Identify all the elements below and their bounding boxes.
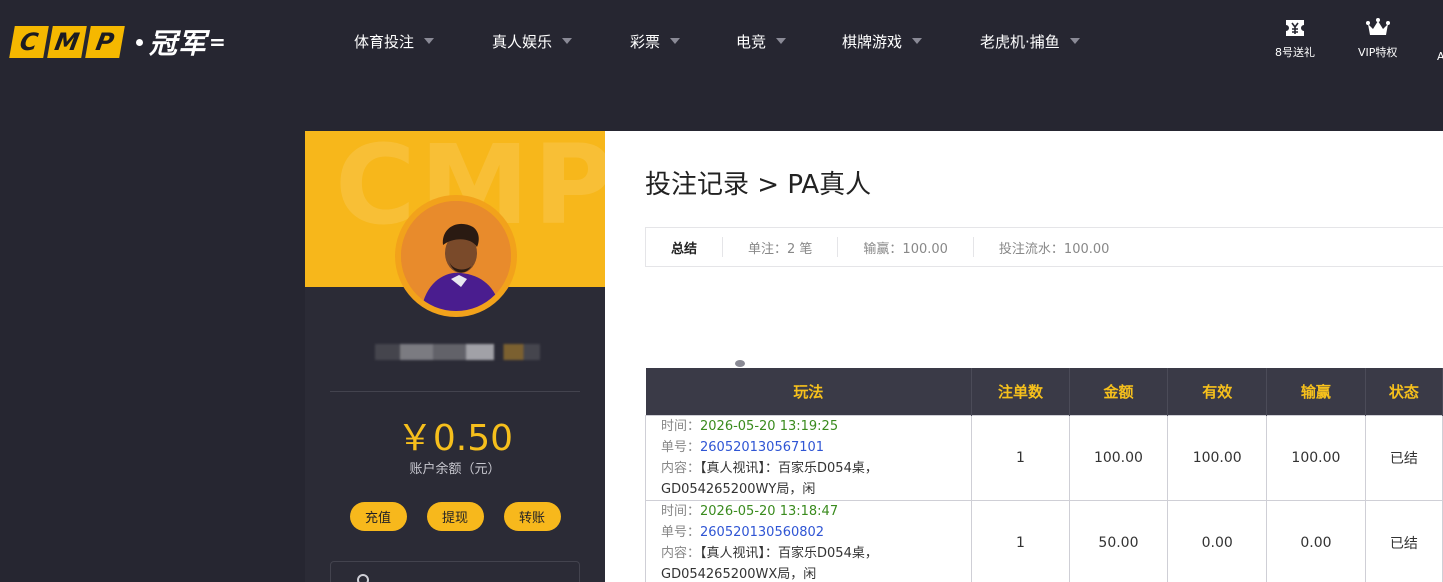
- nav-esports[interactable]: 电竞: [736, 30, 787, 52]
- col-header-amount: 金额: [1069, 368, 1169, 415]
- chevron-down-icon: [670, 38, 681, 44]
- order-label: 单号：: [661, 439, 701, 455]
- bet-records-table: 玩法 注单数 金额 有效 输赢 状态 时间：2026-05-20 13:19:2…: [644, 368, 1443, 582]
- nav-chess-cards[interactable]: 棋牌游戏: [842, 30, 923, 52]
- logo-letter: M: [47, 26, 87, 58]
- bet-content-line2: GD054265200WX局，闲: [661, 566, 817, 582]
- transfer-button[interactable]: 转账: [503, 502, 561, 531]
- gift-ticket-icon: [1286, 20, 1304, 36]
- nav-sports[interactable]: 体育投注: [354, 30, 435, 52]
- balance-amount: ￥0.50: [396, 418, 514, 459]
- col-header-winloss: 输赢: [1266, 368, 1366, 415]
- vip-label: VIP特权: [1358, 46, 1398, 59]
- table-row[interactable]: 时间：2026-05-20 13:19:25 单号：26052013056710…: [644, 414, 1443, 501]
- bet-content: 【真人视讯】：百家乐D054桌，: [700, 545, 878, 561]
- divider: [330, 391, 580, 392]
- summary-bar: 总结 单注：2 笔 输赢：100.00 投注流水：100.00: [645, 227, 1443, 267]
- username-masked: [375, 344, 540, 360]
- avatar-image: [401, 201, 511, 311]
- logo-tail: =: [209, 30, 226, 54]
- summary-turnover: 投注流水：100.00: [998, 241, 1110, 257]
- table-header-row: 玩法 注单数 金额 有效 输赢 状态: [645, 368, 1443, 415]
- avatar[interactable]: [395, 195, 517, 317]
- bet-detail: 时间：2026-05-20 13:19:25 单号：26052013056710…: [644, 414, 973, 501]
- gift-label: 8号送礼: [1275, 46, 1315, 59]
- col-header-count: 注单数: [971, 368, 1070, 415]
- user-sidebar: CMP ￥0.50 账户余额（元） 充值 提现 转账: [305, 131, 605, 582]
- top-nav-bar: C M P 冠军 = 体育投注 真人娱乐 彩票 电竞 棋牌游戏 老虎机·捕鱼 8…: [0, 0, 1443, 82]
- sidebar-menu[interactable]: [330, 561, 580, 582]
- bet-amount: 50.00: [1068, 499, 1169, 582]
- bet-content-line2: GD054265200WY局，闲: [661, 481, 816, 497]
- logo-letter: C: [9, 26, 49, 58]
- balance-label: 账户余额（元）: [409, 462, 501, 477]
- main-content: 投注记录 > PA真人 总结 单注：2 笔 输赢：100.00 投注流水：100…: [605, 131, 1443, 582]
- bet-valid: 100.00: [1167, 414, 1268, 501]
- user-icon: [357, 574, 369, 582]
- bet-winloss: 0.00: [1266, 499, 1366, 582]
- time-label: 时间：: [661, 503, 701, 519]
- deposit-button[interactable]: 充值: [349, 502, 407, 531]
- chevron-down-icon: [1069, 38, 1080, 44]
- gift-button[interactable]: 8号送礼: [1275, 18, 1315, 60]
- logo-letter: P: [85, 26, 125, 58]
- table-row[interactable]: 时间：2026-05-20 13:18:47 单号：26052013056080…: [644, 499, 1443, 582]
- bet-count: 1: [971, 499, 1070, 582]
- chevron-down-icon: [562, 38, 573, 44]
- bet-count: 1: [971, 414, 1070, 501]
- bet-valid: 0.00: [1167, 499, 1268, 582]
- time-label: 时间：: [661, 418, 701, 434]
- bet-winloss: 100.00: [1266, 414, 1366, 501]
- order-number[interactable]: 260520130567101: [700, 440, 824, 455]
- vip-button[interactable]: VIP特权: [1358, 18, 1397, 60]
- content-label: 内容：: [661, 460, 701, 476]
- order-label: 单号：: [661, 524, 701, 540]
- content-label: 内容：: [661, 545, 701, 561]
- bet-time: 2026-05-20 13:19:25: [700, 418, 839, 434]
- summary-bet-count: 单注：2 笔: [723, 237, 839, 257]
- player-photo-icon: [401, 201, 511, 311]
- bet-time: 2026-05-20 13:18:47: [700, 503, 839, 519]
- nav-slots-fishing[interactable]: 老虎机·捕鱼: [980, 30, 1080, 52]
- chevron-down-icon: [424, 38, 435, 44]
- bet-status: 已结: [1364, 499, 1443, 582]
- summary-label: 总结: [646, 237, 724, 257]
- summary-winloss: 输赢：100.00: [838, 237, 974, 257]
- loading-dot: [735, 360, 745, 367]
- bet-content: 【真人视讯】：百家乐D054桌，: [700, 460, 878, 476]
- logo-cn-text: 冠军: [149, 27, 208, 60]
- logo-dot: [136, 38, 143, 46]
- bet-status: 已结: [1364, 414, 1443, 501]
- nav-label: 老虎机·捕鱼: [980, 32, 1060, 51]
- page-title: 投注记录 > PA真人: [645, 170, 872, 200]
- chevron-down-icon: [912, 38, 923, 44]
- order-number[interactable]: 260520130560802: [700, 525, 824, 540]
- nav-label: 体育投注: [354, 32, 415, 51]
- nav-label: 真人娱乐: [492, 32, 553, 51]
- nav-label: 彩票: [630, 32, 661, 51]
- nav-label: 棋牌游戏: [842, 32, 903, 51]
- bet-amount: 100.00: [1068, 414, 1169, 501]
- nav-lottery[interactable]: 彩票: [630, 30, 681, 52]
- crown-icon: [1365, 18, 1390, 35]
- withdraw-button[interactable]: 提现: [426, 502, 484, 531]
- col-header-game: 玩法: [645, 368, 973, 415]
- nav-label: 电竞: [736, 32, 767, 51]
- chevron-down-icon: [776, 38, 787, 44]
- wallet-actions: 充值 提现 转账: [305, 502, 605, 531]
- cut-off-nav-text: A: [1437, 50, 1443, 63]
- col-header-status: 状态: [1365, 368, 1443, 415]
- logo[interactable]: C M P 冠军 =: [9, 25, 226, 60]
- col-header-valid: 有效: [1167, 368, 1268, 415]
- bet-detail: 时间：2026-05-20 13:18:47 单号：26052013056080…: [644, 499, 973, 582]
- nav-live-casino[interactable]: 真人娱乐: [492, 30, 573, 52]
